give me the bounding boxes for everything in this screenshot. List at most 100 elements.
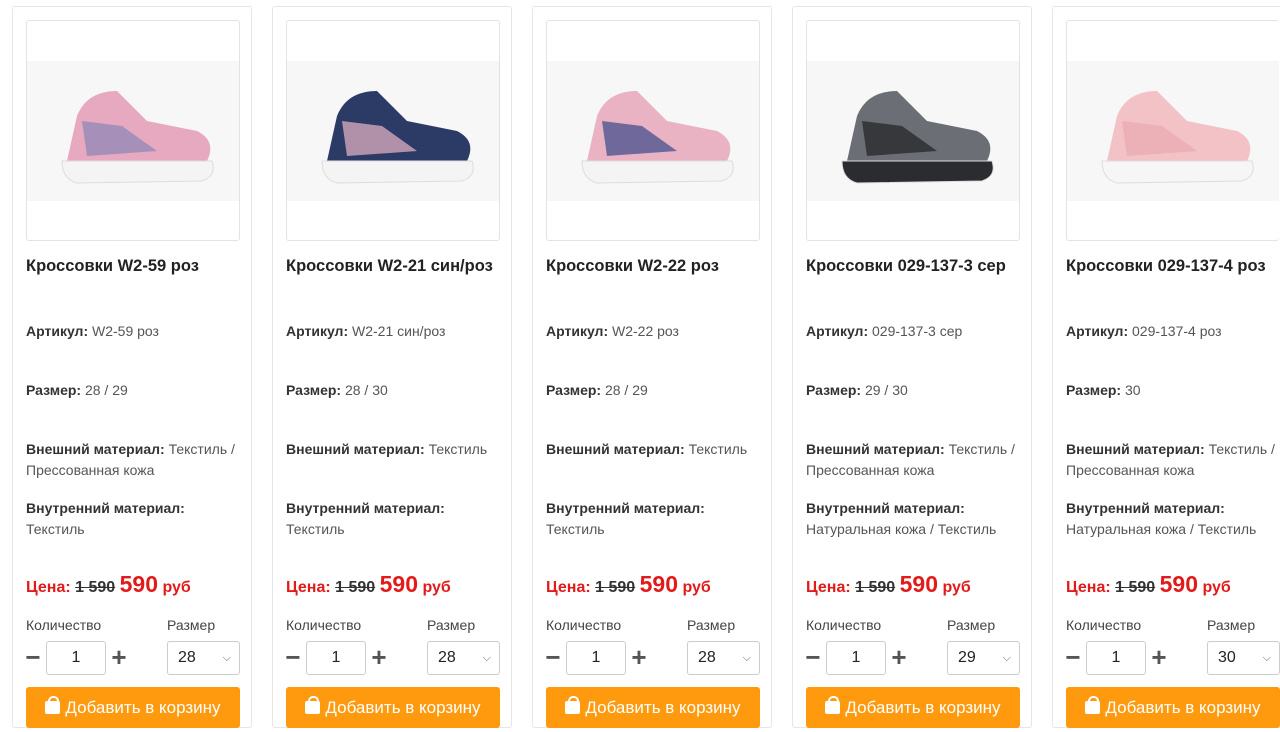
add-to-cart-button[interactable]: Добавить в корзину [286, 687, 500, 728]
inner-material-value: Текстиль [26, 521, 85, 537]
add-to-cart-label: Добавить в корзину [845, 698, 1001, 717]
article-value: 029-137-3 сер [872, 323, 963, 339]
article-value: W2-22 роз [612, 323, 679, 339]
quantity-input[interactable]: 1 [566, 641, 626, 675]
currency: руб [1202, 579, 1231, 596]
article-value: W2-21 син/роз [352, 323, 446, 339]
currency: руб [162, 579, 191, 596]
size-select[interactable]: 28 ⌵ [687, 641, 760, 675]
quantity-input[interactable]: 1 [306, 641, 366, 675]
size-attr: Размер: 29 / 30 [806, 380, 1020, 401]
old-price: 1 590 [335, 579, 376, 596]
chevron-down-icon: ⌵ [742, 652, 751, 664]
sneaker-image [61, 91, 214, 184]
article-attr: Артикул: 029-137-4 роз [1066, 321, 1280, 342]
increase-quantity-button[interactable]: + [889, 641, 909, 675]
inner-material-attr: Внутренний материал: Текстиль [286, 498, 500, 540]
quantity-label: Количество [26, 617, 102, 633]
size-value: 29 / 30 [864, 382, 908, 398]
product-image-box[interactable] [1066, 20, 1279, 241]
size-select-value: 30 [1218, 649, 1236, 666]
size-select-label: Размер [427, 617, 476, 633]
add-to-cart-button[interactable]: Добавить в корзину [546, 687, 760, 728]
inner-material-label: Внутренний материал: [1066, 500, 1225, 516]
quantity-input[interactable]: 1 [46, 641, 106, 675]
add-to-cart-button[interactable]: Добавить в корзину [1066, 687, 1280, 728]
product-image-box[interactable] [546, 20, 760, 241]
product-photo[interactable] [1067, 61, 1279, 201]
decrease-quantity-button[interactable]: − [283, 641, 303, 675]
size-value: 28 / 29 [604, 382, 648, 398]
shopping-bag-icon [1085, 696, 1101, 714]
size-select[interactable]: 29 ⌵ [947, 641, 1020, 675]
quantity-input[interactable]: 1 [1086, 641, 1146, 675]
increase-quantity-button[interactable]: + [369, 641, 389, 675]
quantity-label: Количество [286, 617, 362, 633]
inner-material-attr: Внутренний материал: Текстиль [26, 498, 240, 540]
size-attr: Размер: 28 / 29 [546, 380, 760, 401]
product-image-box[interactable] [806, 20, 1020, 241]
decrease-quantity-button[interactable]: − [803, 641, 823, 675]
add-to-cart-label: Добавить в корзину [325, 698, 481, 717]
size-label: Размер: [806, 382, 862, 398]
currency: руб [942, 579, 971, 596]
size-select[interactable]: 28 ⌵ [427, 641, 500, 675]
product-title[interactable]: Кроссовки W2-22 роз [546, 255, 760, 278]
product-title[interactable]: Кроссовки 029-137-4 роз [1066, 255, 1280, 278]
sneaker-image [581, 91, 734, 184]
quantity-input[interactable]: 1 [826, 641, 886, 675]
product-card: Кроссовки 029-137-4 роз Артикул: 029-137… [1052, 6, 1280, 728]
size-label: Размер: [286, 382, 342, 398]
size-attr: Размер: 28 / 29 [26, 380, 240, 401]
size-select-label: Размер [687, 617, 736, 633]
decrease-quantity-button[interactable]: − [23, 641, 43, 675]
price-label: Цена: [1066, 579, 1111, 596]
decrease-quantity-button[interactable]: − [543, 641, 563, 675]
size-label: Размер: [546, 382, 602, 398]
outer-material-label: Внешний материал: [806, 441, 945, 457]
product-image-box[interactable] [26, 20, 240, 241]
decrease-quantity-button[interactable]: − [1063, 641, 1083, 675]
price-label: Цена: [286, 579, 331, 596]
size-select[interactable]: 28 ⌵ [167, 641, 240, 675]
article-attr: Артикул: W2-21 син/роз [286, 321, 500, 342]
size-value: 28 / 30 [344, 382, 388, 398]
new-price: 590 [379, 571, 418, 597]
product-grid: Кроссовки W2-59 роз Артикул: W2-59 роз Р… [0, 0, 1280, 732]
size-label: Размер: [26, 382, 82, 398]
size-select[interactable]: 30 ⌵ [1207, 641, 1280, 675]
new-price: 590 [639, 571, 678, 597]
price: Цена: 1 590 590 руб [1066, 571, 1280, 598]
outer-material-value: Текстиль [688, 441, 748, 457]
size-select-value: 28 [438, 649, 456, 666]
old-price: 1 590 [75, 579, 116, 596]
currency: руб [682, 579, 711, 596]
new-price: 590 [119, 571, 158, 597]
price: Цена: 1 590 590 руб [26, 571, 240, 598]
product-image-box[interactable] [286, 20, 500, 241]
product-title[interactable]: Кроссовки W2-59 роз [26, 255, 240, 278]
product-photo[interactable] [547, 61, 759, 201]
add-to-cart-button[interactable]: Добавить в корзину [26, 687, 240, 728]
currency: руб [422, 579, 451, 596]
product-title[interactable]: Кроссовки W2-21 син/роз [286, 255, 500, 278]
product-photo[interactable] [287, 61, 499, 201]
outer-material-label: Внешний материал: [26, 441, 165, 457]
increase-quantity-button[interactable]: + [1149, 641, 1169, 675]
sneaker-image [321, 91, 474, 184]
article-label: Артикул: [26, 323, 89, 339]
outer-material-label: Внешний материал: [1066, 441, 1205, 457]
product-photo[interactable] [807, 61, 1019, 201]
product-photo[interactable] [27, 61, 239, 201]
size-select-value: 29 [958, 649, 976, 666]
increase-quantity-button[interactable]: + [629, 641, 649, 675]
quantity-label: Количество [1066, 617, 1142, 633]
inner-material-label: Внутренний материал: [26, 500, 185, 516]
quantity-row: − 1 + 30 ⌵ [1063, 641, 1280, 675]
product-title[interactable]: Кроссовки 029-137-3 сер [806, 255, 1020, 278]
quantity-label: Количество [546, 617, 622, 633]
shopping-bag-icon [305, 696, 321, 714]
add-to-cart-button[interactable]: Добавить в корзину [806, 687, 1020, 728]
inner-material-attr: Внутренний материал: Натуральная кожа / Т… [1066, 498, 1280, 540]
increase-quantity-button[interactable]: + [109, 641, 129, 675]
